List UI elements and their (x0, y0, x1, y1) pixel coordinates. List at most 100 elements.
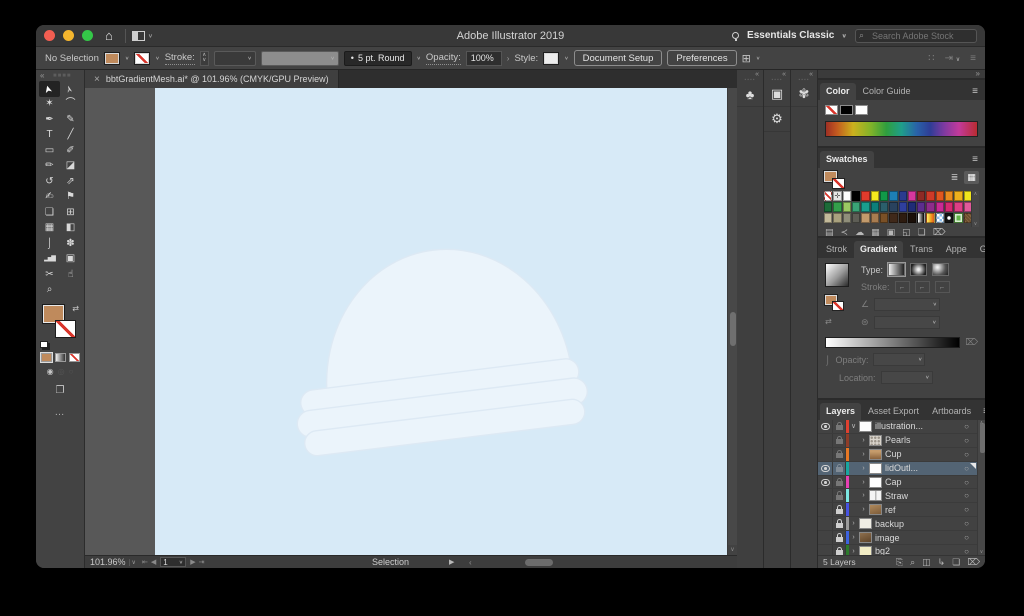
tab-graph[interactable]: Graph (974, 241, 985, 258)
layers-scrollbar-thumb[interactable] (980, 423, 985, 453)
layer-target-icon[interactable]: ○ (964, 547, 969, 555)
layer-row[interactable]: ›Straw○ (818, 489, 985, 503)
expand-chevron-icon[interactable]: › (859, 492, 868, 499)
tool-rotate[interactable]: ↺ (39, 174, 60, 190)
workspace-switcher[interactable]: Essentials Classic ∨ (747, 30, 847, 41)
tool-selection[interactable]: ➤ (39, 81, 60, 97)
select-similar-icon[interactable]: ∷ (928, 53, 934, 64)
lightbulb-icon[interactable] (732, 32, 739, 39)
eye-icon[interactable] (821, 479, 830, 486)
eye-icon[interactable] (821, 465, 830, 472)
lock-icon[interactable] (836, 550, 843, 555)
panel-menu-icon[interactable]: ≡ (967, 86, 983, 100)
chevron-down-icon[interactable]: ∨ (125, 55, 129, 61)
stroke-color-swatch[interactable] (134, 52, 150, 65)
swatch[interactable] (833, 202, 841, 212)
swatch-options-icon[interactable]: ▣ (887, 227, 896, 236)
tool-curvature[interactable]: ✎ (60, 112, 81, 128)
default-fill-stroke-icon[interactable] (40, 341, 48, 348)
swatch[interactable] (908, 213, 916, 223)
delete-stop-icon[interactable]: ⌦ (965, 337, 978, 348)
swatch[interactable] (880, 202, 888, 212)
swatch[interactable] (833, 191, 841, 201)
layer-row[interactable]: ›Pearls○ (818, 434, 985, 448)
layer-thumbnail[interactable] (869, 435, 882, 446)
swatch[interactable] (899, 202, 907, 212)
layer-target-icon[interactable]: ○ (964, 478, 969, 487)
expand-chevron-icon[interactable]: › (859, 506, 868, 513)
gradient-angle-dropdown[interactable]: ∨ (874, 298, 940, 311)
next-artboard-icon[interactable]: ▶ (190, 558, 195, 566)
swatch-kinds-icon[interactable]: ▦ (871, 227, 880, 236)
swatch[interactable] (917, 191, 925, 201)
visibility-cell[interactable] (818, 489, 833, 502)
visibility-cell[interactable] (818, 448, 833, 461)
layer-row[interactable]: ∨illustration...○ (818, 420, 985, 434)
stroke-weight-dropdown[interactable]: ∨ (214, 51, 256, 66)
list-view-icon[interactable]: ≣ (947, 171, 962, 184)
chevron-right-icon[interactable]: › (507, 54, 510, 63)
status-expand-icon[interactable]: ‹ (469, 558, 472, 567)
lock-icon[interactable] (836, 481, 843, 486)
layer-row[interactable]: ›bg2○ (818, 545, 985, 555)
tool-type[interactable]: T (39, 128, 60, 144)
gradient-opacity-dropdown[interactable]: ∨ (873, 353, 925, 366)
swatches-fill-stroke-indicator[interactable] (824, 171, 848, 190)
tool-puppet-warp[interactable]: ⚑ (60, 190, 81, 206)
lock-cell[interactable] (833, 531, 846, 544)
swatch[interactable] (833, 213, 841, 223)
swatch-libraries-icon[interactable]: ▤ (825, 227, 834, 236)
tab-asset-export[interactable]: Asset Export (862, 403, 925, 420)
tool-direct-selection[interactable]: ➢ (60, 81, 81, 97)
fill-stroke-indicator[interactable]: ⇄ (40, 304, 80, 348)
chevron-down-icon[interactable]: ∨ (756, 55, 760, 61)
lock-cell[interactable] (833, 462, 846, 475)
tool-shape-builder[interactable]: ❏ (39, 205, 60, 221)
layer-thumbnail[interactable] (859, 532, 872, 543)
tool-width[interactable]: ✍ (39, 190, 60, 206)
last-artboard-icon[interactable]: ⇥ (199, 558, 205, 566)
layer-thumbnail[interactable] (869, 504, 882, 515)
tab-artboards[interactable]: Artboards (926, 403, 977, 420)
tool-hand[interactable]: ☝ (60, 267, 81, 283)
scroll-up-icon[interactable]: ∧ (972, 191, 979, 197)
color-swatch[interactable] (840, 105, 853, 115)
swatch[interactable] (871, 202, 879, 212)
visibility-cell[interactable] (818, 517, 833, 530)
tool-line-segment[interactable]: ╱ (60, 128, 81, 144)
tool-eraser[interactable]: ◪ (60, 159, 81, 175)
stroke-gradient-within-button[interactable]: ⌐ (895, 281, 910, 293)
swap-fill-stroke-icon[interactable]: ⇄ (72, 304, 79, 313)
visibility-cell[interactable] (818, 462, 833, 475)
fill-color-swatch[interactable] (104, 52, 120, 65)
layer-thumbnail[interactable] (869, 449, 882, 460)
swatch[interactable] (917, 213, 925, 223)
lock-cell[interactable] (833, 517, 846, 530)
expand-chevron-icon[interactable]: › (859, 479, 868, 486)
tool-paintbrush[interactable]: ✐ (60, 143, 81, 159)
swatch[interactable] (908, 191, 916, 201)
collect-for-export-icon[interactable]: ⎘ (896, 557, 903, 568)
expand-chevron-icon[interactable]: › (849, 534, 858, 541)
swatch[interactable] (871, 213, 879, 223)
scroll-down-icon[interactable]: ∨ (972, 221, 979, 227)
swatch[interactable] (861, 213, 869, 223)
chevron-down-icon[interactable]: ∨ (148, 32, 153, 38)
draw-behind-icon[interactable]: ◎ (58, 367, 65, 376)
color-swatch[interactable] (825, 105, 838, 115)
chevron-down-icon[interactable]: ∨ (155, 55, 159, 61)
panel-menu-icon[interactable]: ≡ (978, 406, 985, 420)
delete-swatch-icon[interactable]: ⌦ (933, 227, 946, 236)
previous-artboard-icon[interactable]: ◀ (151, 558, 156, 566)
stroke-gradient-along-button[interactable]: ⌐ (915, 281, 930, 293)
draw-inside-icon[interactable]: ○ (69, 367, 74, 376)
color-spectrum-bar[interactable] (825, 121, 978, 137)
panel-menu-icon[interactable]: ≡ (967, 154, 983, 168)
tool-symbol-sprayer[interactable]: ✽ (60, 236, 81, 252)
gradient-button[interactable] (55, 353, 66, 362)
swatch[interactable] (852, 213, 860, 223)
lock-icon[interactable] (836, 495, 843, 500)
status-play-icon[interactable]: ▶ (449, 558, 454, 566)
make-clipping-mask-icon[interactable]: ◫ (922, 557, 931, 568)
scroll-down-icon[interactable]: ∨ (978, 549, 985, 555)
